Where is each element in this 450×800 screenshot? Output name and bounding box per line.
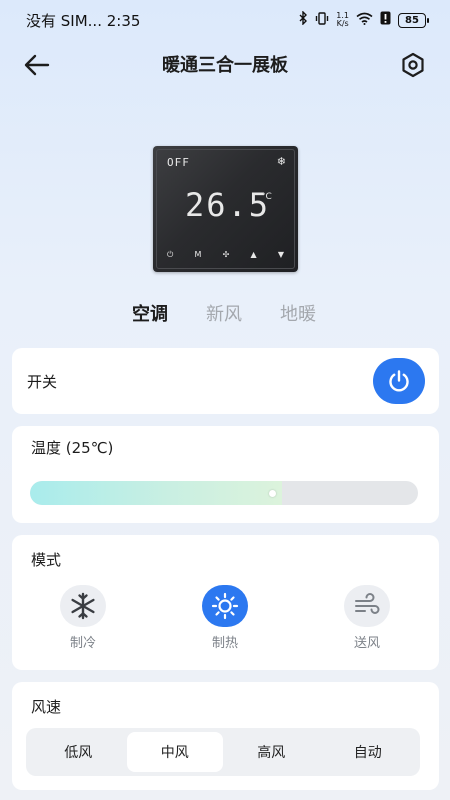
up-icon: ▲: [250, 250, 257, 259]
wifi-icon: [356, 12, 373, 29]
fan-speed-auto[interactable]: 自动: [320, 732, 417, 772]
device-tabs: 空调 新风 地暖: [0, 300, 450, 328]
thermostat-panel-image: OFF ❄ 26.5 °C ⏻ M ✣ ▲ ▼: [153, 146, 298, 272]
sun-icon: [202, 585, 248, 627]
fan-speed-selector: 低风 中风 高风 自动: [26, 728, 420, 776]
carrier-time: 没有 SIM... 2:35: [26, 11, 141, 30]
status-bar: 没有 SIM... 2:35 1.1 K/s 85: [0, 0, 450, 40]
snowflake-icon: [60, 585, 106, 627]
power-icon: [389, 370, 409, 392]
fan-speed-card: 风速 低风 中风 高风 自动: [12, 682, 439, 790]
wind-icon: [344, 585, 390, 627]
thermostat-temperature: 26.5: [185, 186, 271, 224]
snowflake-icon: ❄: [276, 155, 286, 168]
mode-icon: M: [194, 250, 202, 259]
vibrate-icon: [315, 11, 329, 29]
mode-label: 模式: [31, 551, 62, 569]
back-button[interactable]: [22, 50, 52, 80]
tab-air-conditioner[interactable]: 空调: [132, 300, 168, 326]
arrow-left-icon: [24, 54, 50, 76]
temperature-slider-fill: [30, 481, 282, 505]
settings-icon: [402, 52, 424, 78]
power-toggle-button[interactable]: [373, 358, 425, 404]
mode-card: 模式 制冷 制热 送风: [12, 535, 439, 670]
power-icon: ⏻: [167, 250, 174, 259]
temperature-slider[interactable]: [30, 481, 418, 505]
temperature-label: 温度 (25℃): [31, 439, 114, 457]
tab-fresh-air[interactable]: 新风: [206, 300, 242, 326]
settings-button[interactable]: [398, 50, 428, 80]
mode-cool-button[interactable]: 制冷: [48, 585, 118, 651]
net-speed: 1.1 K/s: [336, 12, 349, 28]
fan-speed-label: 风速: [31, 698, 62, 716]
status-left: 没有 SIM... 2:35: [26, 10, 140, 31]
fan-speed-medium[interactable]: 中风: [126, 732, 223, 772]
down-icon: ▼: [277, 250, 284, 259]
battery-icon: 85: [398, 12, 429, 28]
thermostat-buttons: ⏻ M ✣ ▲ ▼: [167, 250, 284, 260]
temperature-slider-thumb[interactable]: [269, 490, 276, 497]
header: 暖通三合一展板: [0, 42, 450, 86]
tab-floor-heating[interactable]: 地暖: [280, 300, 316, 326]
net-speed-unit: K/s: [336, 19, 349, 28]
status-icons: 1.1 K/s 85: [299, 10, 429, 29]
alert-icon: [380, 11, 391, 29]
fan-icon: ✣: [222, 250, 230, 259]
bluetooth-icon: [299, 10, 308, 29]
thermostat-unit: °C: [261, 192, 272, 202]
power-card: 开关: [12, 348, 439, 414]
mode-heat-label: 制热: [211, 636, 238, 651]
mode-fan-button[interactable]: 送风: [332, 585, 402, 651]
mode-cool-label: 制冷: [69, 636, 96, 651]
mode-heat-button[interactable]: 制热: [190, 585, 260, 651]
fan-speed-low[interactable]: 低风: [30, 732, 127, 772]
thermostat-status: OFF: [167, 156, 190, 169]
power-label: 开关: [27, 373, 58, 391]
temperature-card: 温度 (25℃): [12, 426, 439, 523]
fan-speed-high[interactable]: 高风: [223, 732, 320, 772]
mode-fan-label: 送风: [353, 636, 380, 651]
page-title: 暖通三合一展板: [162, 55, 288, 76]
